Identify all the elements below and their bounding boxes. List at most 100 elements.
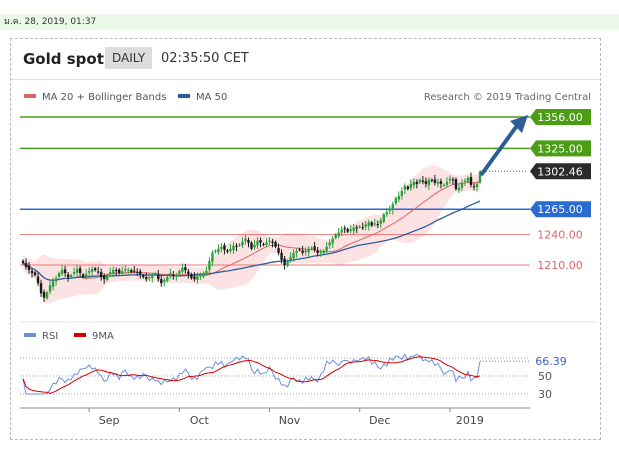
candle-body [160, 279, 163, 284]
candle-body [130, 270, 133, 273]
rsi-legend-swatch [24, 333, 36, 337]
candle-body [145, 277, 148, 280]
price-label-pivot: 1265.00 [530, 201, 591, 218]
candle-body [283, 258, 286, 265]
candle-body [448, 178, 452, 181]
candle-body [394, 198, 398, 204]
candle-body [439, 181, 443, 184]
candle-body [436, 181, 440, 184]
candle-body [175, 275, 178, 277]
candle-body [352, 227, 355, 231]
candle-body [382, 214, 385, 222]
candle-body [424, 181, 428, 184]
candle-body [21, 260, 25, 263]
candle [214, 249, 217, 254]
candle-body [184, 267, 187, 271]
price-label-support: 1210.00 [537, 259, 583, 272]
candle-body [469, 177, 473, 185]
candle-body [111, 270, 115, 274]
candle-body [90, 269, 94, 272]
candle-body [307, 248, 310, 253]
candle-body [102, 275, 106, 280]
candle-body [118, 269, 121, 274]
candle-body [214, 250, 217, 253]
research-credit: Research © 2019 Trading Central [424, 92, 591, 103]
candle-body [355, 227, 358, 229]
candle-body [295, 250, 298, 253]
candle-body [340, 229, 343, 233]
ma50-legend-label: MA 50 [196, 92, 227, 103]
x-axis-label: 2019 [456, 414, 484, 427]
candle-body [460, 182, 464, 188]
candle-body [388, 209, 392, 211]
rsi-ma-legend-swatch [74, 333, 86, 337]
candle-body [33, 272, 37, 276]
ma20-legend-label: MA 20 + Bollinger Bands [42, 92, 166, 103]
candle-body [244, 238, 247, 241]
candle-body [337, 232, 340, 237]
rsi-legend-label: RSI [42, 331, 58, 342]
price-chart: MA 20 + Bollinger Bands MA 50 Research ©… [20, 92, 598, 427]
candle-body [205, 271, 208, 274]
price-label-support: 1240.00 [537, 229, 583, 242]
candle-body [268, 240, 271, 242]
candle-body [289, 256, 292, 261]
candle-body [334, 234, 337, 238]
candle-body [466, 177, 470, 182]
candle-body [211, 252, 214, 262]
candle-body [322, 250, 325, 254]
candle-body [403, 185, 407, 190]
rsi-panel: 50 30 66.39 [20, 353, 567, 401]
candle-body [87, 271, 91, 273]
candle-body [54, 278, 58, 282]
target-arrow [480, 115, 528, 176]
candle-body [418, 179, 422, 183]
candle-body [316, 250, 319, 253]
candle-body [181, 268, 184, 272]
price-label-last: 1302.46 [530, 163, 591, 180]
candle-body [256, 240, 259, 246]
candle-body [42, 291, 46, 298]
rsi-ma-legend-label: 9MA [92, 331, 114, 342]
candle-body [421, 180, 425, 182]
candle-body [241, 241, 244, 246]
rsi-ma-line [22, 356, 481, 395]
candle-body [48, 285, 52, 292]
candle-body [63, 269, 67, 274]
price-label-text: 1240.00 [537, 229, 583, 242]
candle [382, 212, 385, 224]
candle-body [78, 268, 82, 274]
candle-body [60, 270, 64, 274]
candle-body [328, 242, 331, 246]
candle-body [385, 212, 388, 215]
candle-body [217, 248, 220, 253]
candle-body [232, 245, 235, 251]
price-label-text: 1356.00 [537, 111, 583, 124]
candle-body [36, 276, 40, 284]
candle-body [75, 269, 79, 273]
candle-body [169, 273, 172, 277]
candle-body [220, 246, 223, 249]
candle-body [190, 274, 193, 279]
candle-body [27, 265, 31, 271]
candle-body [72, 272, 76, 274]
candle-body [93, 268, 97, 271]
candle-body [30, 270, 34, 274]
candle-body [442, 184, 446, 186]
candle-body [286, 260, 289, 266]
candle-body [105, 275, 109, 280]
rsi-value-label: 66.39 [535, 355, 567, 368]
candle-body [172, 274, 175, 277]
candle-body [274, 241, 277, 247]
candle-body [202, 273, 205, 277]
candle-body [223, 245, 226, 250]
x-axis-label: Sep [99, 414, 120, 427]
candle-body [277, 248, 280, 253]
candle-body [475, 183, 479, 187]
candle-body [457, 187, 461, 191]
candle-body [451, 179, 455, 181]
candle-body [157, 274, 160, 280]
price-label-text: 1210.00 [537, 259, 583, 272]
candle-body [199, 275, 202, 277]
candle-body [133, 270, 136, 272]
